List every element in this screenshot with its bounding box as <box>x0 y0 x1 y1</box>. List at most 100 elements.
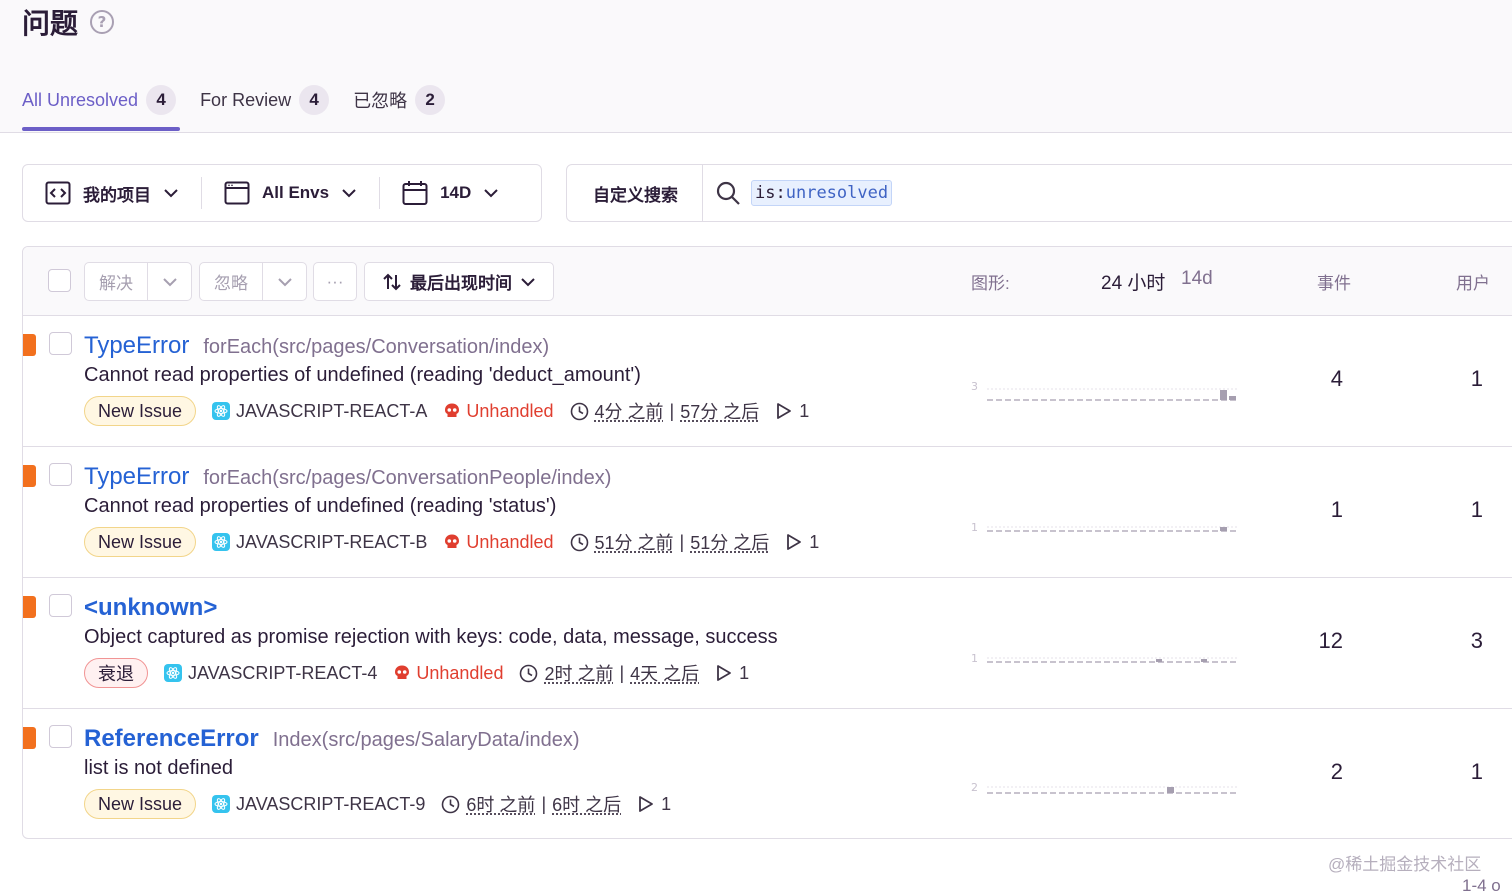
play-icon <box>715 664 733 682</box>
issue-times: 2时 之前 | 4天 之后 <box>519 660 699 686</box>
issue-times: 51分 之前 | 51分 之后 <box>570 529 770 555</box>
user-count[interactable]: 3 <box>1443 628 1483 654</box>
date-filter[interactable]: 14D <box>380 165 521 221</box>
status-badge: New Issue <box>84 789 196 819</box>
replay-count-value: 1 <box>809 532 819 553</box>
user-count[interactable]: 1 <box>1443 366 1483 392</box>
replay-count-value: 1 <box>739 663 749 684</box>
sparkline-max-label: 1 <box>971 521 978 534</box>
project-slug: JAVASCRIPT-REACT-A <box>236 401 427 422</box>
sparkline-bar <box>1220 527 1227 531</box>
issue-checkbox[interactable] <box>49 725 72 748</box>
event-count[interactable]: 1 <box>1303 497 1343 523</box>
select-all-checkbox[interactable] <box>48 269 71 292</box>
time-separator: | <box>670 401 675 422</box>
issue-title-link[interactable]: <unknown> <box>84 594 217 622</box>
project-badge[interactable]: JAVASCRIPT-REACT-B <box>212 532 427 553</box>
sparkline-bar <box>1201 659 1207 662</box>
sort-button[interactable]: 最后出现时间 <box>364 262 554 301</box>
environment-filter-label: All Envs <box>262 183 329 203</box>
play-icon <box>637 795 655 813</box>
event-count[interactable]: 12 <box>1293 628 1343 654</box>
replay-count[interactable]: 1 <box>715 663 749 684</box>
issue-row[interactable]: ReferenceError Index(src/pages/SalaryDat… <box>23 709 1512 839</box>
project-filter[interactable]: 我的项目 <box>23 165 201 221</box>
unhandled-label: Unhandled <box>416 663 503 684</box>
page-filters: 我的项目 All Envs 14D <box>22 164 542 222</box>
last-seen[interactable]: 6时 之后 <box>552 791 621 817</box>
chevron-down-icon <box>277 277 293 287</box>
clock-icon <box>570 533 589 552</box>
time-separator: | <box>619 663 624 684</box>
resolve-button[interactable]: 解决 <box>84 262 148 301</box>
tab-for-review[interactable]: For Review 4 <box>200 84 329 116</box>
event-sparkline: 3 <box>967 376 1242 406</box>
replay-count-value: 1 <box>799 401 809 422</box>
unhandled-tag: Unhandled <box>393 663 503 684</box>
react-icon <box>212 402 230 420</box>
time-separator: | <box>541 794 546 815</box>
issue-title-link[interactable]: TypeError <box>84 332 189 360</box>
graph-period-14d[interactable]: 14d <box>1181 268 1213 290</box>
project-badge[interactable]: JAVASCRIPT-REACT-4 <box>164 663 377 684</box>
first-seen[interactable]: 6时 之前 <box>466 791 535 817</box>
query-key: is <box>755 183 775 203</box>
clock-icon <box>570 402 589 421</box>
user-count[interactable]: 1 <box>1443 497 1483 523</box>
tab-all-unresolved[interactable]: All Unresolved 4 <box>22 84 176 116</box>
issue-checkbox[interactable] <box>49 463 72 486</box>
ignore-button[interactable]: 忽略 <box>199 262 263 301</box>
environment-filter[interactable]: All Envs <box>202 165 379 221</box>
issue-row[interactable]: <unknown> Object captured as promise rej… <box>23 578 1512 709</box>
user-count[interactable]: 1 <box>1443 759 1483 785</box>
graph-period-24h[interactable]: 24 小时 <box>1101 268 1165 295</box>
sparkline-bar <box>1220 390 1227 400</box>
last-seen[interactable]: 4天 之后 <box>630 660 699 686</box>
issue-checkbox[interactable] <box>49 332 72 355</box>
tab-ignored[interactable]: 已忽略 2 <box>353 84 445 116</box>
replay-count[interactable]: 1 <box>637 794 671 815</box>
level-indicator <box>23 465 36 487</box>
tab-count: 2 <box>415 85 445 115</box>
issue-culprit: forEach(src/pages/Conversation/index) <box>203 336 549 359</box>
saved-search-button[interactable]: 自定义搜索 <box>567 165 703 221</box>
last-seen[interactable]: 51分 之后 <box>690 529 769 555</box>
play-icon <box>785 533 803 551</box>
sort-arrows-icon <box>382 272 402 292</box>
last-seen[interactable]: 57分 之后 <box>680 398 759 424</box>
search-query-token[interactable]: is:unresolved <box>751 180 892 206</box>
replay-count[interactable]: 1 <box>775 401 809 422</box>
query-separator: : <box>775 183 785 203</box>
page-title: 问题 ? <box>22 2 114 42</box>
event-count[interactable]: 4 <box>1303 366 1343 392</box>
skull-icon <box>393 664 411 682</box>
issue-title-link[interactable]: ReferenceError <box>84 725 259 753</box>
resolve-dropdown-button[interactable] <box>147 262 192 301</box>
issue-checkbox[interactable] <box>49 594 72 617</box>
issue-row[interactable]: TypeError forEach(src/pages/Conversation… <box>23 447 1512 578</box>
replay-count[interactable]: 1 <box>785 532 819 553</box>
question-circle-icon[interactable]: ? <box>90 10 114 34</box>
issue-list-panel: 解决 忽略 ··· 最后出现时间 图形: 24 小时 14d 事件 用户 Typ… <box>22 246 1512 839</box>
first-seen[interactable]: 4分 之前 <box>595 398 664 424</box>
clock-icon <box>441 795 460 814</box>
unhandled-label: Unhandled <box>466 401 553 422</box>
event-count[interactable]: 2 <box>1303 759 1343 785</box>
ignore-dropdown-button[interactable] <box>262 262 307 301</box>
more-actions-button[interactable]: ··· <box>313 262 357 301</box>
first-seen[interactable]: 2时 之前 <box>544 660 613 686</box>
project-badge[interactable]: JAVASCRIPT-REACT-9 <box>212 794 425 815</box>
project-slug: JAVASCRIPT-REACT-4 <box>188 663 377 684</box>
first-seen[interactable]: 51分 之前 <box>595 529 674 555</box>
issue-title-link[interactable]: TypeError <box>84 463 189 491</box>
pagination-caption: 1-4 o <box>1462 876 1501 896</box>
project-badge[interactable]: JAVASCRIPT-REACT-A <box>212 401 427 422</box>
search-icon <box>715 180 741 206</box>
chevron-down-icon <box>163 188 179 198</box>
search-bar[interactable]: 自定义搜索 is:unresolved <box>566 164 1512 222</box>
issue-row[interactable]: TypeError forEach(src/pages/Conversation… <box>23 316 1512 447</box>
issue-times: 6时 之前 | 6时 之后 <box>441 791 621 817</box>
window-icon <box>224 181 250 205</box>
graph-column-label: 图形: <box>971 269 1010 294</box>
status-badge: New Issue <box>84 396 196 426</box>
